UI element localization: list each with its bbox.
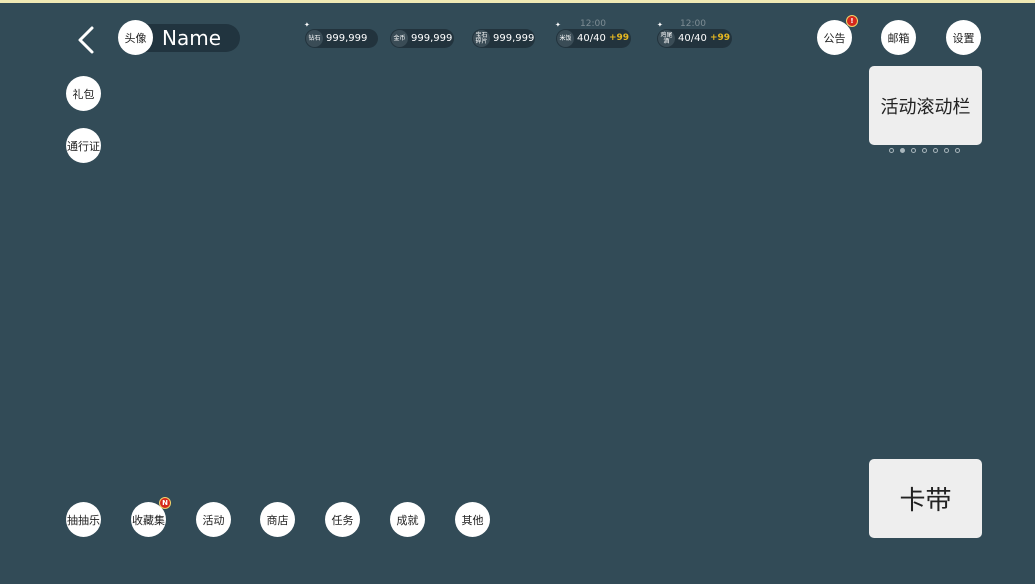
avatar[interactable]: 头像 <box>118 20 153 55</box>
resource-cocktail[interactable]: 鸡尾 酒 40/40 +99 <box>657 29 732 48</box>
sparkle-icon: ✦ <box>555 21 561 29</box>
page-dot[interactable] <box>955 148 960 153</box>
sparkle-icon: ✦ <box>304 21 310 29</box>
nav-other-button[interactable]: 其他 <box>455 502 490 537</box>
announcement-button[interactable]: 公告 <box>817 20 852 55</box>
page-dot[interactable] <box>944 148 949 153</box>
nav-activity-button[interactable]: 活动 <box>196 502 231 537</box>
sparkle-icon: ✦ <box>657 21 663 29</box>
gift-pack-button[interactable]: 礼包 <box>66 76 101 111</box>
nav-achievements-button[interactable]: 成就 <box>390 502 425 537</box>
nav-shop-button[interactable]: 商店 <box>260 502 295 537</box>
announcement-badge: ! <box>846 15 858 27</box>
resource-diamond-value: 999,999 <box>326 33 368 44</box>
card-band-button[interactable]: 卡带 <box>869 459 982 538</box>
resource-gold-value: 999,999 <box>411 33 453 44</box>
banner-page-indicator <box>889 148 969 156</box>
resource-rice-value: 40/40 <box>577 33 606 44</box>
resource-gem-shard-value: 999,999 <box>493 33 535 44</box>
diamond-icon: 钻石 <box>306 30 323 47</box>
resource-rice[interactable]: 米饭 40/40 +99 <box>556 29 631 48</box>
resource-diamond[interactable]: 钻石 999,999 <box>305 29 378 48</box>
resource-gold[interactable]: 金币 999,999 <box>390 29 454 48</box>
rice-timer: 12:00 <box>580 19 606 29</box>
mail-button[interactable]: 邮箱 <box>881 20 916 55</box>
rice-icon: 米饭 <box>557 30 574 47</box>
top-accent-bar <box>0 0 1035 3</box>
resource-rice-plus: +99 <box>609 33 630 43</box>
collection-new-badge: N <box>159 497 171 509</box>
page-dot[interactable] <box>889 148 894 153</box>
resource-cocktail-value: 40/40 <box>678 33 707 44</box>
player-name: Name <box>162 26 222 50</box>
nav-gacha-button[interactable]: 抽抽乐 <box>66 502 101 537</box>
activity-banner[interactable]: 活动滚动栏 <box>869 66 982 145</box>
chevron-left-icon <box>78 26 94 54</box>
gem-shard-icon: 宝石 碎片 <box>473 30 490 47</box>
page-dot[interactable] <box>922 148 927 153</box>
cocktail-icon: 鸡尾 酒 <box>658 30 675 47</box>
pass-button[interactable]: 通行证 <box>66 128 101 163</box>
settings-button[interactable]: 设置 <box>946 20 981 55</box>
page-dot[interactable] <box>911 148 916 153</box>
page-dot-active[interactable] <box>900 148 905 153</box>
gold-coin-icon: 金币 <box>391 30 408 47</box>
back-button[interactable] <box>70 22 104 58</box>
resource-gem-shard[interactable]: 宝石 碎片 999,999 <box>472 29 535 48</box>
nav-tasks-button[interactable]: 任务 <box>325 502 360 537</box>
cocktail-timer: 12:00 <box>680 19 706 29</box>
page-dot[interactable] <box>933 148 938 153</box>
resource-cocktail-plus: +99 <box>710 33 731 43</box>
